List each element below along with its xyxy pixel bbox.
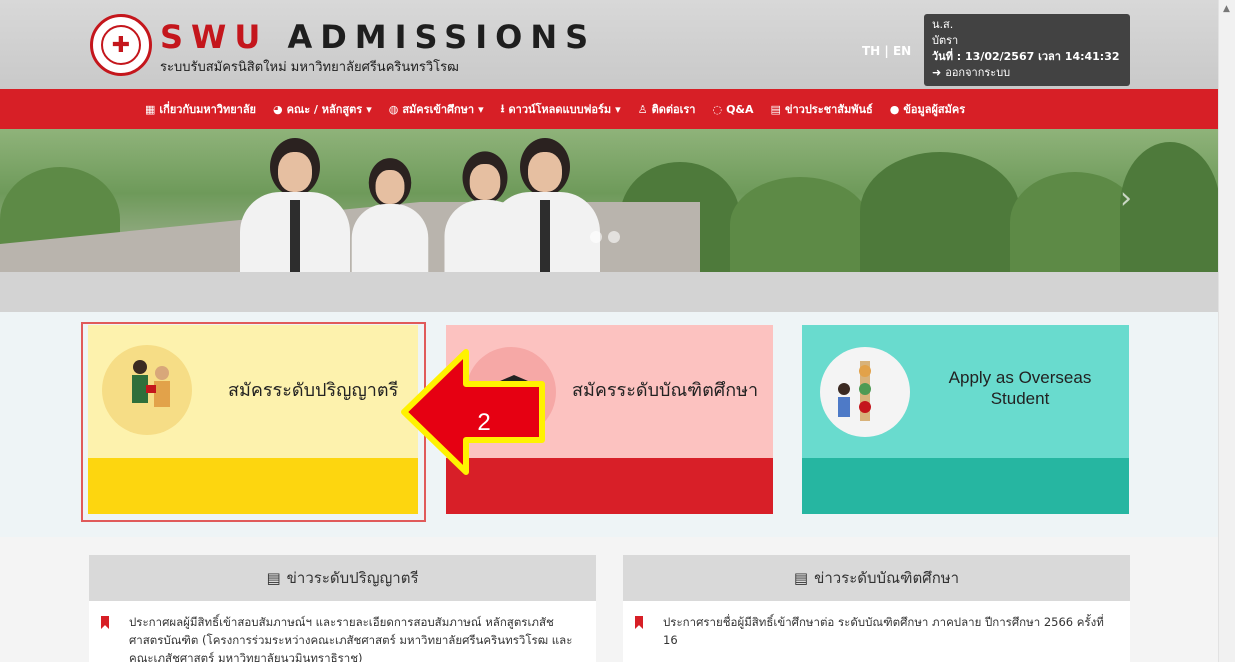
card-footer xyxy=(802,458,1129,514)
news-title: ข่าวระดับบัณฑิตศึกษา xyxy=(814,569,960,587)
news-header: ▤ ข่าวระดับปริญญาตรี xyxy=(89,555,596,601)
nav-item-news[interactable]: ▤ ข่าวประชาสัมพันธ์ xyxy=(771,100,873,118)
login-datetime: วันที่ : 13/02/2567 เวลา 14:41:32 xyxy=(932,50,1120,63)
nav-item-about[interactable]: ▦ เกี่ยวกับมหาวิทยาลัย xyxy=(145,100,256,118)
swu-logo[interactable]: ✚ xyxy=(90,14,152,76)
tree-shape xyxy=(1120,142,1218,272)
book-icon: ◕ xyxy=(273,102,283,116)
people-icon: ♙ xyxy=(637,102,648,116)
banner-footer-band xyxy=(0,272,1218,312)
nav-label: ข้อมูลผู้สมัคร xyxy=(903,103,966,116)
carousel-dot[interactable] xyxy=(608,231,620,243)
news-title: ข่าวระดับปริญญาตรี xyxy=(286,569,419,587)
newspaper-icon: ▤ xyxy=(770,102,781,116)
nav-label: Q&A xyxy=(726,102,754,116)
user-panel: น.ส. บัตรา วันที่ : 13/02/2567 เวลา 14:4… xyxy=(924,14,1130,86)
news-item-link[interactable]: ประกาศรายชื่อผู้มีสิทธิ์เข้าศึกษาต่อ ระด… xyxy=(663,613,1120,662)
overseas-students-icon xyxy=(820,347,910,437)
vertical-scrollbar[interactable]: ▲ xyxy=(1218,0,1235,662)
bookmark-icon xyxy=(101,616,109,629)
hero-banner: › xyxy=(0,129,1218,272)
newspaper-icon: ▤ xyxy=(793,569,809,587)
building-icon: ▦ xyxy=(145,102,156,116)
chat-icon: ◌ xyxy=(712,102,723,116)
nav-label: ดาวน์โหลดแบบฟอร์ม xyxy=(508,103,612,116)
logout-label: ออกจากระบบ xyxy=(945,66,1011,79)
user-icon: ● xyxy=(889,102,900,116)
callout-number: 2 xyxy=(477,409,490,436)
card-overseas[interactable]: Apply as Overseas Student xyxy=(802,325,1129,514)
bookmark-icon xyxy=(635,616,643,629)
news-header: ▤ ข่าวระดับบัณฑิตศึกษา xyxy=(623,555,1130,601)
logout-link[interactable]: ➜ ออกจากระบบ xyxy=(932,65,1122,81)
user-title: น.ส. xyxy=(932,18,954,31)
nav-item-qa[interactable]: ◌ Q&A xyxy=(712,103,753,116)
news-item-link[interactable]: ประกาศผลผู้มีสิทธิ์เข้าสอบสัมภาษณ์ฯ และร… xyxy=(129,613,586,662)
language-switch[interactable]: TH | EN xyxy=(862,44,911,58)
student-photo xyxy=(351,158,429,272)
globe-icon: ◍ xyxy=(388,102,399,116)
tree-shape xyxy=(730,177,870,272)
carousel-next-icon[interactable]: › xyxy=(1120,181,1132,216)
student-photo xyxy=(490,138,600,272)
highlight-frame xyxy=(81,322,426,522)
nav-label: สมัครเข้าศึกษา xyxy=(402,103,475,116)
nav-item-applicant-info[interactable]: ● ข้อมูลผู้สมัคร xyxy=(890,100,965,118)
scroll-up-icon[interactable]: ▲ xyxy=(1223,4,1230,14)
news-graduate: ▤ ข่าวระดับบัณฑิตศึกษา ประกาศรายชื่อผู้มี… xyxy=(623,555,1130,662)
card-label: สมัครระดับบัณฑิตศึกษา xyxy=(572,380,759,401)
brand-title: SWU ADMISSIONS xyxy=(160,18,596,56)
main-nav: ▦ เกี่ยวกับมหาวิทยาลัย ◕ คณะ / หลักสูตร ▾ ◍… xyxy=(0,89,1218,129)
nav-item-contact[interactable]: ♙ ติดต่อเรา xyxy=(638,100,696,118)
carousel-dot[interactable] xyxy=(590,231,602,243)
nav-label: ข่าวประชาสัมพันธ์ xyxy=(784,103,873,116)
logout-icon: ➜ xyxy=(932,66,942,79)
tree-shape xyxy=(860,152,1020,272)
nav-label: ติดต่อเรา xyxy=(651,103,696,116)
news-undergraduate: ▤ ข่าวระดับปริญญาตรี ประกาศผลผู้มีสิทธิ์เ… xyxy=(89,555,596,662)
user-name: บัตรา xyxy=(932,34,959,47)
nav-item-download[interactable]: ⭳ ดาวน์โหลดแบบฟอร์ม ▾ xyxy=(501,100,621,119)
news-list: ประกาศผลผู้มีสิทธิ์เข้าสอบสัมภาษณ์ฯ และร… xyxy=(89,601,596,662)
nav-label: เกี่ยวกับมหาวิทยาลัย xyxy=(159,103,257,116)
arrow-shape xyxy=(401,349,545,475)
brand-subtitle: ระบบรับสมัครนิสิตใหม่ มหาวิทยาลัยศรีนคริ… xyxy=(160,60,459,75)
news-list: ประกาศรายชื่อผู้มีสิทธิ์เข้าศึกษาต่อ ระด… xyxy=(623,601,1130,662)
caret-down-icon: ▾ xyxy=(615,102,621,116)
site-header: ✚ SWU ADMISSIONS ระบบรับสมัครนิสิตใหม่ ม… xyxy=(0,0,1218,89)
download-icon: ⭳ xyxy=(500,101,505,115)
newspaper-icon: ▤ xyxy=(266,569,281,587)
brand-title-swu: SWU xyxy=(160,18,269,56)
nav-label: คณะ / หลักสูตร xyxy=(286,103,363,116)
nav-item-faculty[interactable]: ◕ คณะ / หลักสูตร ▾ xyxy=(273,100,372,118)
caret-down-icon: ▾ xyxy=(478,102,484,116)
carousel-indicators xyxy=(590,231,620,243)
brand-title-admissions: ADMISSIONS xyxy=(287,18,597,56)
nav-item-apply[interactable]: ◍ สมัครเข้าศึกษา ▾ xyxy=(389,100,484,118)
student-photo xyxy=(240,138,350,272)
card-label: Apply as Overseas Student xyxy=(948,368,1092,408)
seal-icon: ✚ xyxy=(101,25,141,65)
arrow-callout: 2 xyxy=(401,349,545,475)
caret-down-icon: ▾ xyxy=(366,102,372,116)
